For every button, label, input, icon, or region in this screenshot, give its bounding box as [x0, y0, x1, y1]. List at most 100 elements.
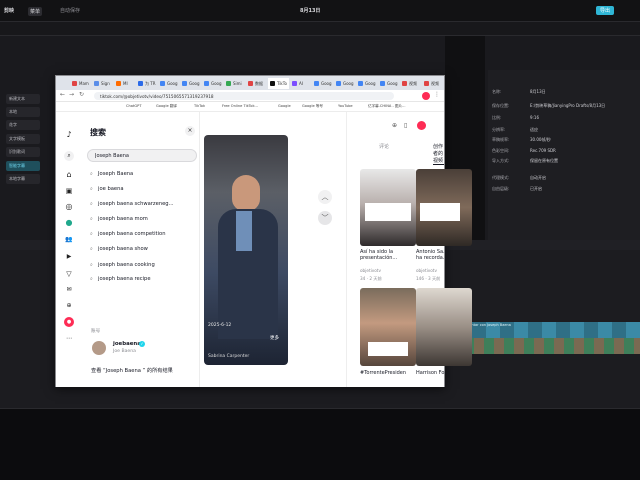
side-text-template[interactable]: 文字模板	[6, 134, 40, 144]
suggestion-item[interactable]: ⌕ joseph baena competition	[90, 231, 166, 243]
tab-favicon-icon	[160, 81, 165, 86]
user-avatar-icon[interactable]	[417, 121, 426, 130]
browser-tab[interactable]: Goog	[334, 78, 356, 89]
suggestion-item[interactable]: ⌕ joseph baena cooking	[90, 262, 155, 274]
suggestion-item[interactable]: ⌕ Joseph Baena	[90, 171, 133, 183]
suggestion-item[interactable]: ⌕ joseph baena mom	[90, 216, 148, 228]
side-flower-text[interactable]: 花字	[6, 120, 40, 130]
video-player[interactable]: 2025-6-12 更多 Sabrina Carpenter	[204, 135, 288, 365]
live-icon[interactable]: ▶	[64, 252, 74, 262]
bookmark-item[interactable]: Google 等号	[302, 104, 323, 109]
scan-icon[interactable]: ⊕	[392, 122, 397, 129]
video-more-link[interactable]: 更多	[270, 335, 279, 341]
browser-tab[interactable]: Goog	[180, 78, 202, 89]
video-thumbnail[interactable]	[416, 169, 472, 246]
browser-tab[interactable]: AI	[290, 78, 305, 89]
close-icon[interactable]: ×	[185, 126, 195, 136]
bookmark-item[interactable]: 亿字幕.CHINA - 图片...	[368, 104, 406, 109]
see-all-results-link[interactable]: 查看 “Joseph Baena ” 的所有结果	[91, 367, 173, 374]
video-person-shirt	[236, 211, 252, 251]
bookmark-item[interactable]: TikTok	[194, 104, 205, 108]
browser-tab[interactable]: Goog	[312, 78, 334, 89]
profile-avatar-icon[interactable]	[422, 92, 430, 100]
bookmark-item[interactable]: Google	[278, 104, 291, 108]
browser-tab[interactable]: Mam	[70, 78, 91, 89]
browser-tab[interactable]: 为 TR	[136, 78, 158, 89]
tab-label: Mam	[79, 81, 89, 86]
prop-value: 8月13日	[530, 89, 546, 94]
forward-icon[interactable]: →	[69, 91, 74, 98]
suggestion-item[interactable]: ⌕ joseph baena schwarzeneg...	[90, 201, 174, 213]
suggestion-item[interactable]: ⌕ joseph baena recipe	[90, 276, 151, 288]
side-new-text[interactable]: 新建文本	[6, 94, 40, 104]
inbox-icon[interactable]: ✉	[64, 285, 74, 295]
browser-tab[interactable]: Simi	[224, 78, 244, 89]
tab-label: Goog	[211, 81, 222, 86]
video-caption[interactable]: Así ha sido la presentación...	[360, 249, 412, 261]
previous-video-chevron-up-icon[interactable]: ︿	[318, 190, 332, 204]
export-button[interactable]: 导出	[596, 6, 615, 15]
messages-icon[interactable]: ▽	[64, 269, 74, 279]
browser-tab-strip: Mam Sign MI 为 TR Goog Goog Goog Simi 数据 …	[56, 76, 444, 90]
video-thumbnail[interactable]	[360, 169, 416, 246]
more-menu-icon[interactable]: ⋮	[434, 91, 440, 98]
avatar[interactable]	[92, 341, 106, 355]
device-icon[interactable]: ▯	[404, 122, 407, 129]
browser-tab[interactable]: Sign	[92, 78, 112, 89]
bookmark-item[interactable]: ChatGPT	[126, 104, 142, 108]
video-thumbnail[interactable]	[360, 288, 416, 366]
video-caption[interactable]: Antonio Sa... ha recorda...	[416, 249, 450, 261]
account-name[interactable]: joebaena	[113, 341, 141, 347]
prop-value: E:/剪映草稿/JianyingPro Drafts/8月13日	[530, 103, 606, 108]
tab-creator-videos[interactable]: 创作者的视频	[433, 143, 444, 165]
search-icon[interactable]: ⌕	[64, 151, 74, 161]
home-icon[interactable]: ⌂	[64, 170, 74, 180]
browser-tab[interactable]: Goog	[356, 78, 378, 89]
side-local-subtitle[interactable]: 本地字幕	[6, 174, 40, 184]
browser-tab[interactable]: Goog	[378, 78, 400, 89]
browser-tab-active[interactable]: TikTo	[268, 78, 289, 89]
search-icon: ⌕	[90, 231, 93, 237]
video-stat: 146 · 3 天前	[416, 276, 441, 281]
tab-favicon-icon	[402, 81, 407, 86]
explore-icon[interactable]: ◎	[64, 202, 74, 212]
profile-icon[interactable]: ●	[64, 317, 74, 327]
next-video-chevron-down-icon[interactable]: ﹀	[318, 211, 332, 225]
suggestion-item[interactable]: ⌕ joe baena	[90, 186, 124, 198]
browser-tab[interactable]: Goog	[158, 78, 180, 89]
video-author[interactable]: objetivotv	[416, 268, 437, 273]
side-recognize-lyrics[interactable]: 识别歌词	[6, 147, 40, 157]
browser-tab[interactable]: 数据	[246, 78, 265, 89]
browser-tab[interactable]: Goog	[202, 78, 224, 89]
browser-tab[interactable]: MI	[114, 78, 130, 89]
video-caption[interactable]: Harrison Fo...	[416, 370, 450, 376]
project-title: 8月13日	[300, 8, 321, 14]
browser-tab[interactable]: 视频	[422, 78, 441, 89]
video-clip-track[interactable]	[444, 338, 640, 354]
browser-tab[interactable]: 视频	[400, 78, 419, 89]
address-bar[interactable]: tiktok.com/@objetivotv/video/75150655713…	[94, 92, 394, 100]
video-caption[interactable]: #TorrentePresiden	[360, 370, 414, 376]
video-author[interactable]: objetivotv	[360, 268, 381, 273]
prop-key: 导入方式:	[492, 158, 510, 163]
bookmark-item[interactable]: Free Online TikTok...	[222, 104, 258, 108]
search-icon: ⌕	[90, 186, 93, 192]
bookmark-item[interactable]: YouTube	[338, 104, 353, 108]
video-thumbnail[interactable]	[416, 288, 472, 366]
more-icon[interactable]: ⋯	[64, 334, 74, 344]
following-icon[interactable]: ●	[64, 218, 74, 228]
reload-icon[interactable]: ↻	[79, 91, 84, 98]
side-local[interactable]: 本地	[6, 107, 40, 117]
bookmark-item[interactable]: Google 翻译	[156, 104, 177, 109]
side-smart-subtitle[interactable]: 智能字幕	[6, 161, 40, 171]
suggestion-item[interactable]: ⌕ joseph baena show	[90, 246, 148, 258]
search-input[interactable]	[87, 149, 197, 162]
shop-icon[interactable]: ▣	[64, 186, 74, 196]
back-icon[interactable]: ←	[60, 91, 65, 98]
friends-icon[interactable]: 👥	[64, 235, 74, 245]
tab-favicon-icon	[358, 81, 363, 86]
upload-icon[interactable]: ⊕	[64, 301, 74, 311]
tiktok-logo-icon[interactable]: ♪	[64, 130, 74, 140]
tab-comments[interactable]: 评论	[379, 143, 389, 150]
menu-button[interactable]: 菜单	[28, 7, 43, 16]
